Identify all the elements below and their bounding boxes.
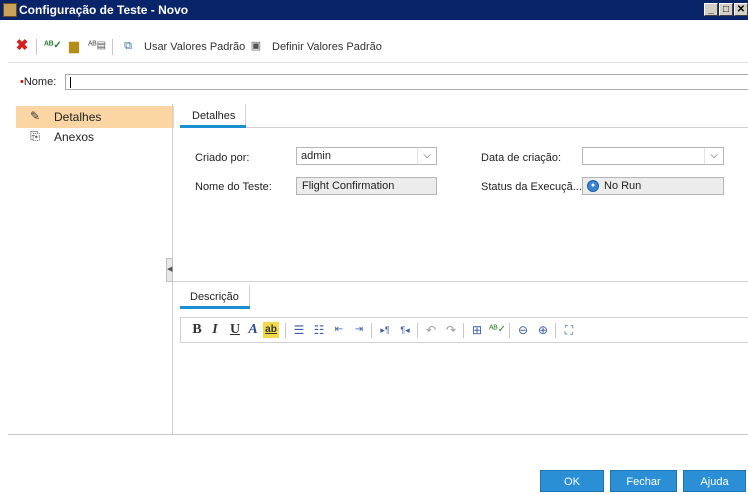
highlight-icon[interactable]: ab (263, 322, 279, 338)
undo-icon[interactable]: ↶ (423, 322, 439, 338)
ok-button[interactable]: OK (540, 470, 604, 492)
created-by-combo[interactable]: admin ⌵ (296, 147, 437, 165)
table-icon[interactable]: ⊞ (469, 322, 485, 338)
spell-check-icon[interactable]: ᴬᴮ✓ (44, 38, 62, 54)
test-name-value: Flight Confirmation (302, 180, 395, 192)
toolbar-separator (417, 323, 418, 338)
close-button[interactable]: Fechar (610, 470, 677, 492)
exec-status-label: Status da Execuçã... (481, 181, 582, 193)
sidebar-item-attachments[interactable]: ⎘ Anexos (16, 126, 174, 148)
spell-check-icon[interactable]: ᴬᴮ✓ (489, 322, 506, 338)
exec-status-field[interactable]: ● No Run (582, 177, 724, 195)
delete-icon[interactable]: ✖ (14, 38, 30, 54)
italic-button[interactable]: I (207, 322, 223, 338)
set-defaults-icon[interactable]: ▣ (248, 38, 264, 54)
toolbar-divider (8, 62, 748, 63)
thesaurus-icon[interactable]: ▆ (66, 38, 82, 54)
created-by-label: Criado por: (195, 152, 250, 164)
tab-details[interactable]: Detalhes (180, 104, 246, 128)
editor-toolbar: B I U A ab ☰ ☷ ⇤ ⇥ ▸¶ ¶◂ ↶ ↷ ⊞ ᴬᴮ✓ ⊖ ⊕ ⛶ (180, 317, 748, 343)
zoom-out-icon[interactable]: ⊖ (515, 322, 531, 338)
tab-strip-line (246, 127, 748, 128)
no-run-status-icon: ● (587, 180, 599, 192)
tab-description[interactable]: Descrição (180, 285, 250, 309)
underline-button[interactable]: U (227, 322, 243, 338)
bold-button[interactable]: B (189, 322, 205, 338)
name-input[interactable] (65, 74, 748, 90)
sidebar-item-label: Detalhes (54, 110, 102, 124)
name-label-text: Nome: (23, 76, 57, 88)
close-window-button[interactable]: ✕ (734, 3, 748, 16)
chevron-down-icon[interactable]: ⌵ (704, 148, 723, 164)
bullet-list-icon[interactable]: ☰ (291, 322, 307, 338)
details-icon: ✎ (29, 109, 41, 123)
toolbar-separator (112, 39, 113, 55)
chevron-down-icon[interactable]: ⌵ (417, 148, 436, 164)
name-row: •Nome: (20, 74, 748, 92)
toolbar-separator (371, 323, 372, 338)
app-icon (3, 3, 17, 17)
rtl-icon[interactable]: ¶◂ (397, 322, 413, 338)
sidebar: ✎ Detalhes ⎘ Anexos (8, 104, 174, 434)
redo-icon[interactable]: ↷ (443, 322, 459, 338)
maximize-button[interactable]: □ (719, 3, 733, 16)
sidebar-item-label: Anexos (54, 130, 95, 144)
test-name-label: Nome do Teste: (195, 181, 272, 193)
tab-underline (180, 306, 250, 309)
toolbar-separator (509, 323, 510, 338)
use-defaults-icon[interactable]: ⧉ (120, 38, 136, 54)
text-caret (70, 77, 71, 88)
font-color-button[interactable]: A (245, 322, 261, 338)
minimize-button[interactable]: _ (704, 3, 718, 16)
creation-date-combo[interactable]: ⌵ (582, 147, 724, 165)
paperclip-icon: ⎘ (30, 129, 40, 143)
created-by-value: admin (301, 150, 331, 162)
help-button[interactable]: Ajuda (683, 470, 746, 492)
use-defaults-button[interactable]: Usar Valores Padrão (144, 41, 245, 53)
creation-date-label: Data de criação: (481, 152, 562, 164)
window-title: Configuração de Teste - Novo (19, 3, 189, 17)
tab-underline (180, 125, 246, 128)
collapse-handle[interactable]: ◀ (166, 258, 173, 282)
dialog-footer-divider (8, 434, 748, 435)
zoom-in-icon[interactable]: ⊕ (535, 322, 551, 338)
section-divider (173, 281, 748, 282)
exec-status-value: No Run (604, 180, 642, 192)
toolbar-separator (463, 323, 464, 338)
outdent-icon[interactable]: ⇤ (331, 322, 347, 338)
ltr-icon[interactable]: ▸¶ (377, 322, 393, 338)
toolbar-separator (555, 323, 556, 338)
name-label: •Nome: (20, 76, 56, 88)
tab-label: Detalhes (192, 110, 236, 122)
toolbar-separator (285, 323, 286, 338)
test-name-field[interactable]: Flight Confirmation (296, 177, 437, 195)
set-defaults-button[interactable]: Definir Valores Padrão (272, 41, 382, 53)
fullscreen-icon[interactable]: ⛶ (561, 322, 577, 338)
toolbar: ✖ ᴬᴮ✓ ▆ ᴬᴮ▤ ⧉ Usar Valores Padrão ▣ Defi… (8, 36, 748, 58)
indent-icon[interactable]: ⇥ (351, 322, 367, 338)
numbered-list-icon[interactable]: ☷ (311, 322, 327, 338)
title-bar: Configuração de Teste - Novo _ □ ✕ (0, 0, 748, 20)
tab-label: Descrição (190, 291, 239, 303)
spelling-options-icon[interactable]: ᴬᴮ▤ (88, 38, 106, 54)
description-editor[interactable] (180, 343, 748, 434)
sidebar-item-details[interactable]: ✎ Detalhes (16, 106, 174, 128)
toolbar-separator (36, 39, 37, 55)
